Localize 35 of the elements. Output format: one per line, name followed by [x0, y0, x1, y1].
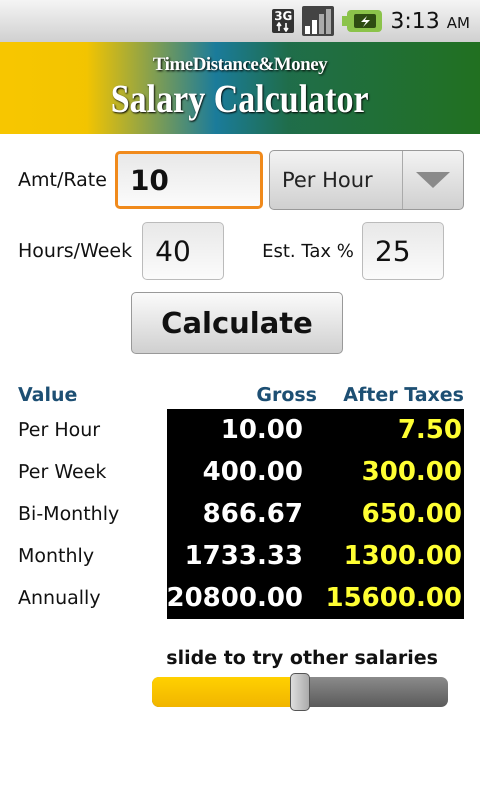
input-field[interactable]: 40: [142, 222, 224, 280]
signal-icon: [302, 6, 334, 36]
field-label: Amt/Rate: [18, 169, 107, 191]
clock: 3:13 AM: [390, 8, 470, 34]
gross-cell: 1733.33: [167, 535, 317, 577]
input-field[interactable]: 25: [362, 222, 444, 280]
after-tax-cell: 15600.00: [317, 577, 464, 619]
dropdown-arrow-icon: [416, 172, 450, 188]
slider-caption: slide to try other salaries: [166, 647, 438, 669]
period-dropdown[interactable]: Per Hour: [268, 150, 464, 210]
network-icon: 3G: [272, 9, 294, 33]
input-field[interactable]: 10: [114, 151, 263, 209]
after-tax-cell: 650.00: [317, 493, 464, 535]
after-tax-cell: 300.00: [317, 451, 464, 493]
field-label: Hours/Week: [18, 240, 132, 262]
brand-name: TimeDistance&Money: [152, 54, 328, 76]
gross-cell: 20800.00: [167, 577, 317, 619]
column-header: Gross: [255, 384, 317, 408]
calculate-button[interactable]: Calculate: [131, 292, 343, 354]
gross-cell: 400.00: [167, 451, 317, 493]
column-header: Value: [18, 384, 78, 408]
row-label: Per Hour: [18, 418, 102, 443]
after-tax-cell: 1300.00: [317, 535, 464, 577]
slider-thumb[interactable]: [290, 673, 310, 711]
row-label: Annually: [18, 586, 102, 611]
row-label: Per Week: [18, 460, 108, 485]
gross-cell: 866.67: [167, 493, 317, 535]
app-title: Salary Calculator: [111, 76, 369, 122]
gross-cell: 10.00: [167, 409, 317, 451]
after-tax-cell: 7.50: [317, 409, 464, 451]
row-label: Monthly: [18, 544, 96, 569]
field-label: Est. Tax %: [262, 240, 354, 262]
column-header: After Taxes: [342, 384, 464, 408]
battery-icon: [342, 10, 382, 32]
row-label: Bi-Monthly: [18, 502, 120, 527]
